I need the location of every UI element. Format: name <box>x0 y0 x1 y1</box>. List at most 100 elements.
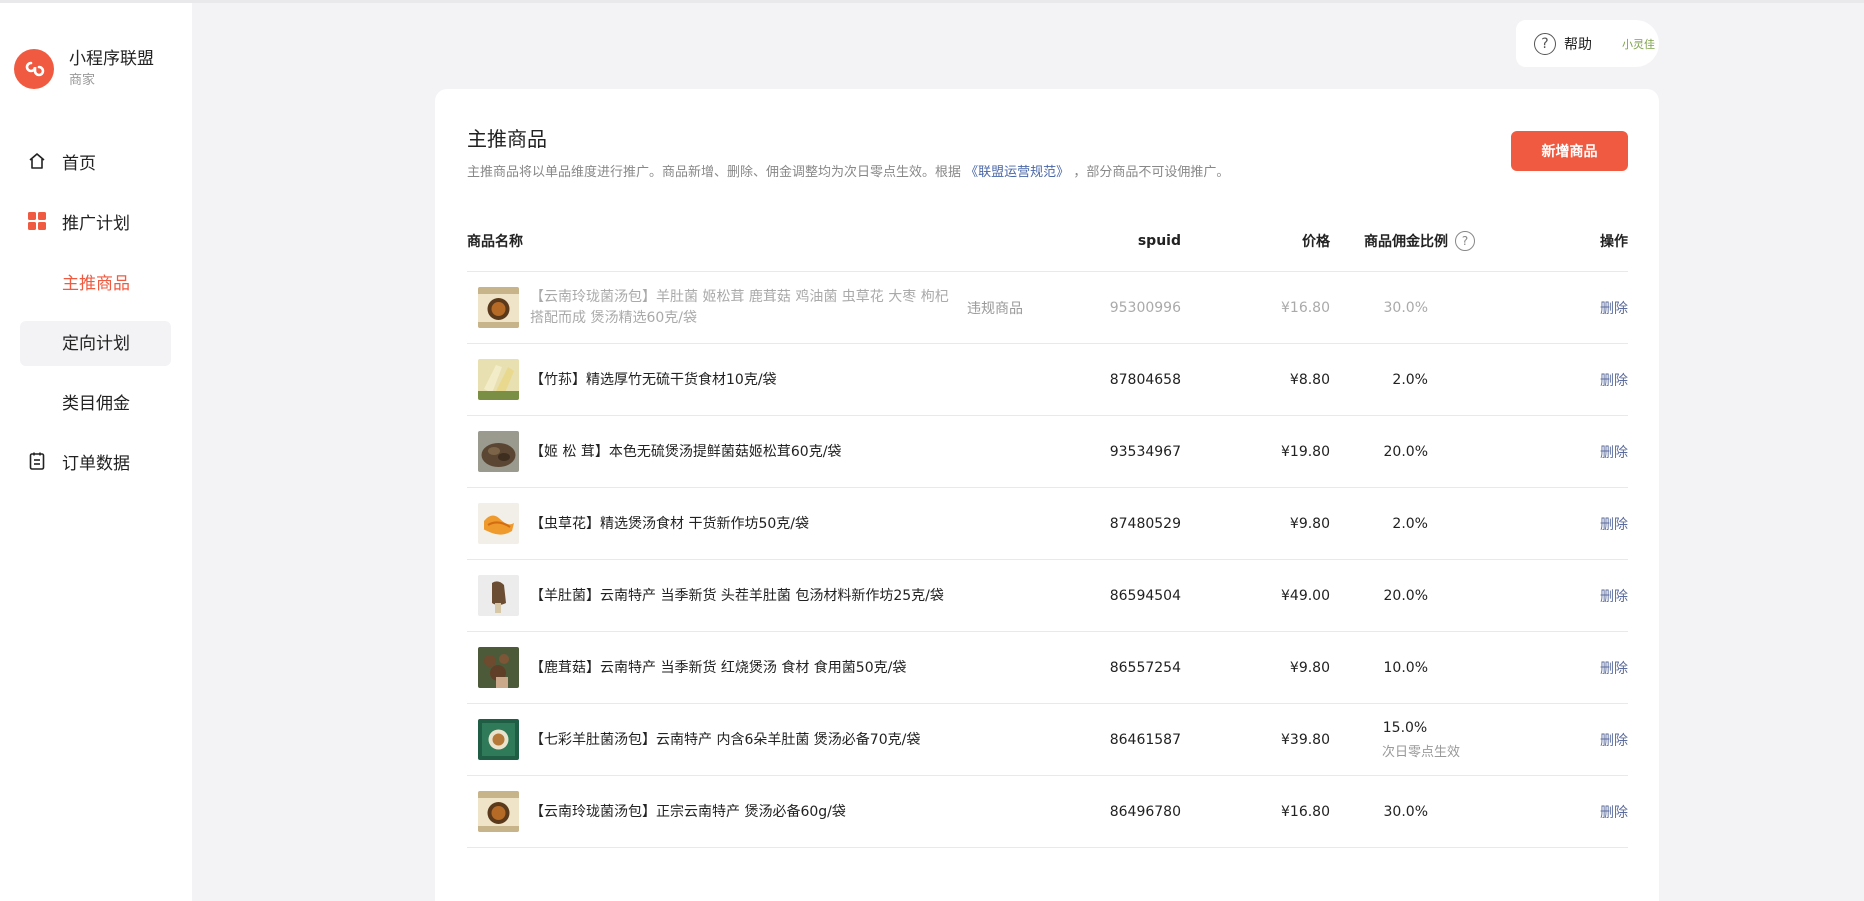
table-row: 【七彩羊肚菌汤包】云南特产 内含6朵羊肚菌 煲汤必备70克/袋 86461587… <box>467 704 1628 776</box>
commission-rate-value: 30.0% <box>1383 300 1428 316</box>
column-header-spuid: spuid <box>1137 232 1181 249</box>
sidebar-item-category-commission[interactable]: 类目佣金 <box>0 371 192 431</box>
product-thumbnail <box>478 791 519 832</box>
column-header-name: 商品名称 <box>467 233 523 250</box>
product-name: 【云南玲珑菌汤包】正宗云南特产 煲汤必备60g/袋 <box>530 803 846 820</box>
grid-icon <box>26 210 48 232</box>
commission-rate: 15.0% 次日零点生效 <box>1382 704 1460 776</box>
products-table: 商品名称 spuid 价格 商品佣金比例 ? 操作 【云南玲珑菌汤包】羊肚菌 姬… <box>467 209 1628 848</box>
commission-rate-value: 30.0% <box>1383 804 1428 820</box>
sidebar-item-targeted-plan[interactable]: 定向计划 <box>0 311 192 371</box>
sidebar-nav: 首页 推广计划 主推商品 定向计划 类目佣金 订单数据 <box>0 131 192 491</box>
commission-rate-value: 20.0% <box>1383 588 1428 604</box>
operation-rules-link[interactable]: 《联盟运营规范》 <box>965 165 1069 180</box>
product-price: ¥16.80 <box>1281 300 1330 316</box>
product-spuid: 87804658 <box>1109 372 1181 388</box>
product-name: 【姬 松 茸】本色无硫煲汤提鲜菌菇姬松茸60克/袋 <box>530 443 842 460</box>
commission-rate: 2.0% <box>1392 488 1428 560</box>
product-thumbnail <box>478 575 519 616</box>
page-title: 主推商品 <box>467 127 547 151</box>
product-price: ¥9.80 <box>1289 660 1330 676</box>
commission-rate-value: 15.0% <box>1382 720 1428 736</box>
sidebar-item-home[interactable]: 首页 <box>0 131 192 191</box>
delete-button[interactable]: 删除 <box>1600 776 1628 848</box>
commission-rate: 30.0% <box>1384 776 1428 848</box>
help-link[interactable]: 帮助 <box>1564 34 1592 54</box>
commission-rate: 2.0% <box>1392 344 1428 416</box>
user-name[interactable]: 小灵佳 <box>1622 36 1655 52</box>
product-spuid: 95300996 <box>1109 300 1181 316</box>
product-thumbnail <box>478 431 519 472</box>
description-text-tail: ，部分商品不可设佣推广。 <box>1073 165 1230 180</box>
product-price: ¥8.80 <box>1289 372 1330 388</box>
delete-button[interactable]: 删除 <box>1600 704 1628 776</box>
product-spuid: 86557254 <box>1109 660 1181 676</box>
product-spuid: 86461587 <box>1109 732 1181 748</box>
column-header-commission-rate: 商品佣金比例 ? <box>1364 209 1475 272</box>
table-row: 【云南玲珑菌汤包】正宗云南特产 煲汤必备60g/袋 86496780 ¥16.8… <box>467 776 1628 848</box>
product-thumbnail <box>478 719 519 760</box>
product-price: ¥16.80 <box>1281 804 1330 820</box>
product-spuid: 87480529 <box>1109 516 1181 532</box>
description-text: 主推商品将以单品维度进行推广。商品新增、删除、佣金调整均为次日零点生效。根据 <box>467 165 962 180</box>
product-spuid: 86496780 <box>1109 804 1181 820</box>
table-row: 【姬 松 茸】本色无硫煲汤提鲜菌菇姬松茸60克/袋 93534967 ¥19.8… <box>467 416 1628 488</box>
home-icon <box>26 150 48 172</box>
question-icon[interactable]: ? <box>1455 230 1475 251</box>
question-icon[interactable]: ? <box>1534 32 1556 55</box>
column-header-price: 价格 <box>1302 233 1330 250</box>
table-row: 【鹿茸菇】云南特产 当季新货 红烧煲汤 食材 食用菌50克/袋 86557254… <box>467 632 1628 704</box>
commission-rate: 20.0% <box>1384 560 1428 632</box>
featured-products-card: 主推商品 主推商品将以单品维度进行推广。商品新增、删除、佣金调整均为次日零点生效… <box>435 89 1659 901</box>
delete-button[interactable]: 删除 <box>1600 272 1628 344</box>
product-thumbnail <box>478 647 519 688</box>
table-row: 【羊肚菌】云南特产 当季新货 头茬羊肚菌 包汤材料新作坊25克/袋 865945… <box>467 560 1628 632</box>
brand-title: 小程序联盟 <box>69 49 154 69</box>
delete-button[interactable]: 删除 <box>1600 416 1628 488</box>
table-row: 【竹荪】精选厚竹无硫干货食材10克/袋 87804658 ¥8.80 2.0% … <box>467 344 1628 416</box>
product-price: ¥39.80 <box>1281 732 1330 748</box>
delete-button[interactable]: 删除 <box>1600 344 1628 416</box>
delete-button[interactable]: 删除 <box>1600 560 1628 632</box>
column-header-commission-label: 商品佣金比例 <box>1364 233 1448 250</box>
commission-rate-value: 20.0% <box>1383 444 1428 460</box>
violation-badge: 违规商品 <box>967 301 1023 317</box>
commission-rate: 20.0% <box>1384 416 1428 488</box>
column-header-actions: 操作 <box>1600 233 1628 250</box>
sidebar-item-label: 首页 <box>62 153 96 174</box>
commission-rate-note: 次日零点生效 <box>1381 745 1460 760</box>
delete-button[interactable]: 删除 <box>1600 632 1628 704</box>
product-name: 【七彩羊肚菌汤包】云南特产 内含6朵羊肚菌 煲汤必备70克/袋 <box>530 731 921 748</box>
product-price: ¥9.80 <box>1289 516 1330 532</box>
clipboard-icon <box>26 450 48 472</box>
commission-rate-value: 2.0% <box>1392 516 1428 532</box>
product-name: 【竹荪】精选厚竹无硫干货食材10克/袋 <box>530 371 777 388</box>
sidebar-item-label: 订单数据 <box>62 453 130 474</box>
brand-subtitle: 商家 <box>69 73 96 88</box>
sidebar-item-label: 主推商品 <box>62 273 130 294</box>
commission-rate-value: 10.0% <box>1383 660 1428 676</box>
product-name: 【鹿茸菇】云南特产 当季新货 红烧煲汤 食材 食用菌50克/袋 <box>530 659 907 676</box>
brand[interactable]: 小程序联盟 商家 <box>14 48 154 90</box>
commission-rate-value: 2.0% <box>1392 372 1428 388</box>
product-spuid: 93534967 <box>1109 444 1181 460</box>
product-name: 【云南玲珑菌汤包】羊肚菌 姬松茸 鹿茸菇 鸡油菌 虫草花 大枣 枸杞搭配而成 煲… <box>530 289 949 326</box>
add-product-button[interactable]: 新增商品 <box>1511 131 1628 171</box>
table-row: 【云南玲珑菌汤包】羊肚菌 姬松茸 鹿茸菇 鸡油菌 虫草花 大枣 枸杞搭配而成 煲… <box>467 272 1628 344</box>
sidebar-item-order-data[interactable]: 订单数据 <box>0 431 192 491</box>
sidebar: 小程序联盟 商家 首页 推广计划 主推商品 定向计划 类目佣金 订单数据 <box>0 3 192 901</box>
product-name: 【羊肚菌】云南特产 当季新货 头茬羊肚菌 包汤材料新作坊25克/袋 <box>530 587 944 604</box>
mini-program-logo-icon <box>14 49 54 89</box>
commission-rate: 10.0% <box>1384 632 1428 704</box>
product-thumbnail <box>478 503 519 544</box>
sidebar-item-promotion-plan[interactable]: 推广计划 <box>0 191 192 251</box>
product-thumbnail <box>478 287 519 328</box>
header-help-box: ? 帮助 小灵佳 <box>1516 20 1659 67</box>
delete-button[interactable]: 删除 <box>1600 488 1628 560</box>
product-spuid: 86594504 <box>1109 588 1181 604</box>
sidebar-item-featured-products[interactable]: 主推商品 <box>0 251 192 311</box>
table-row: 【虫草花】精选煲汤食材 干货新作坊50克/袋 87480529 ¥9.80 2.… <box>467 488 1628 560</box>
product-price: ¥49.00 <box>1281 588 1330 604</box>
product-thumbnail <box>478 359 519 400</box>
sidebar-item-label: 推广计划 <box>62 213 130 234</box>
